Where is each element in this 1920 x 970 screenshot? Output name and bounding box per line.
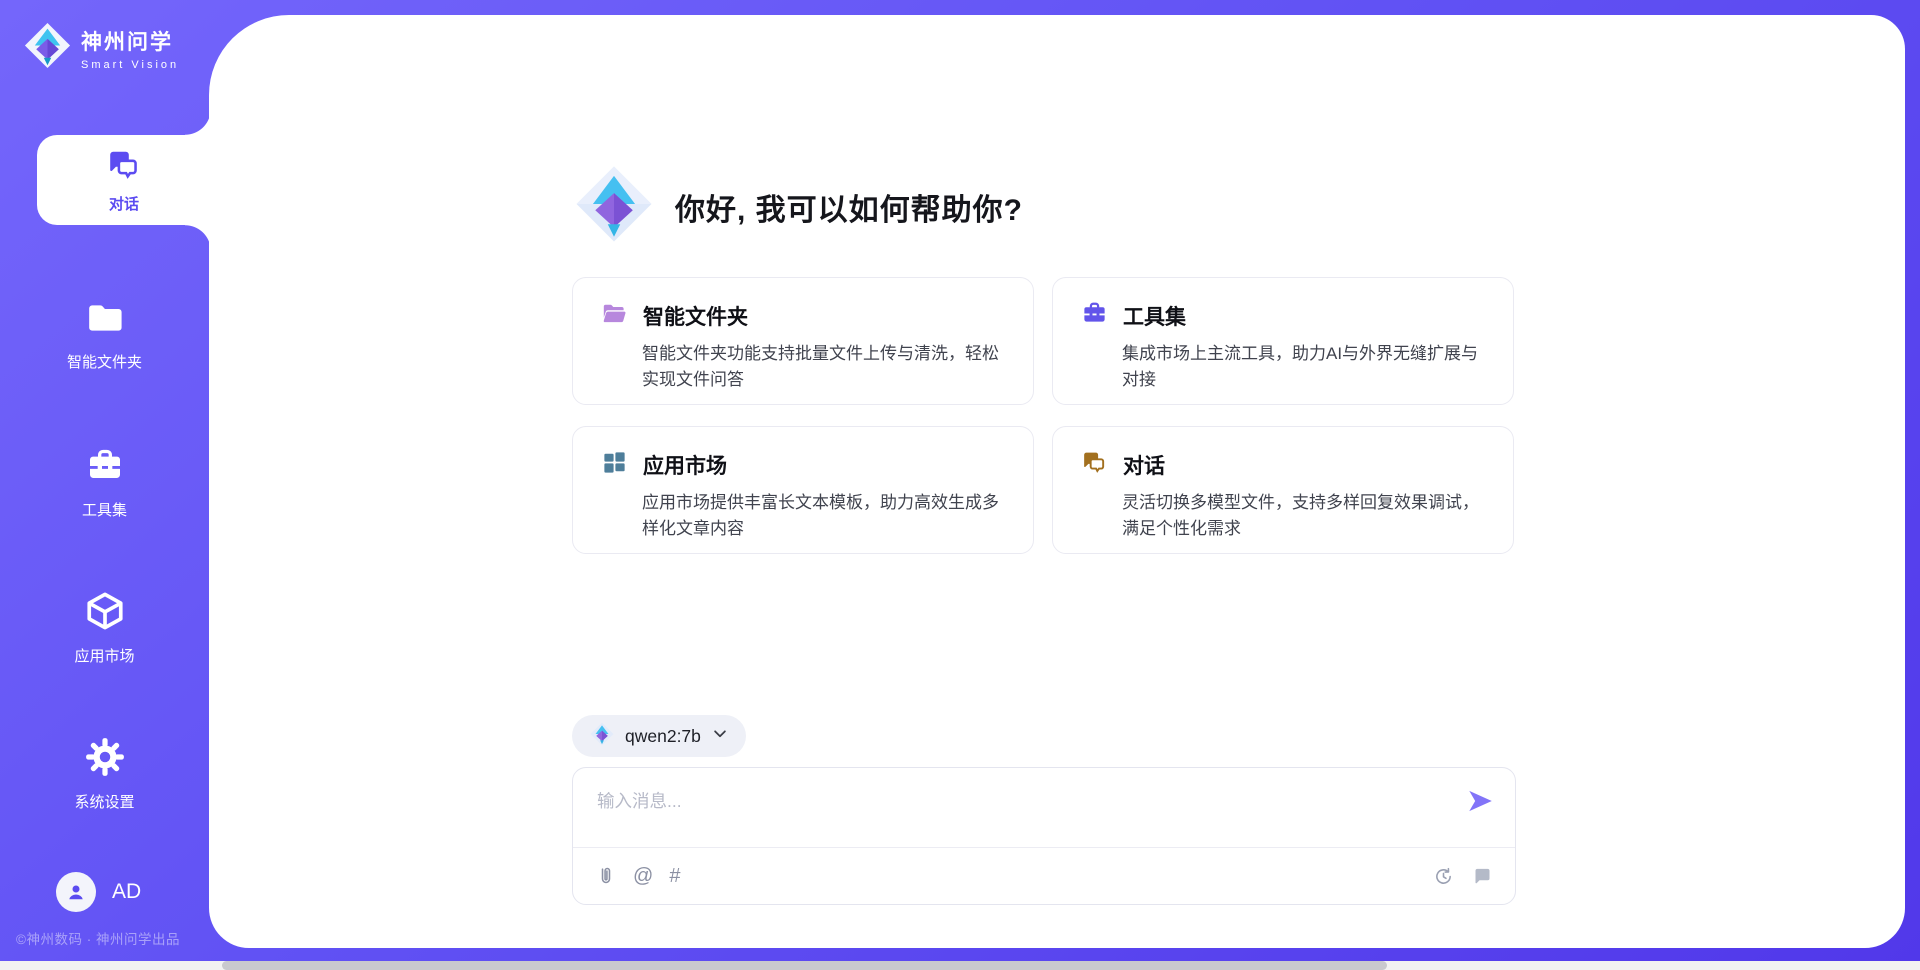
brand-diamond-icon <box>24 22 71 74</box>
sidebar-item-app-market[interactable]: 应用市场 <box>0 590 209 666</box>
message-composer: @ # <box>572 767 1516 905</box>
message-input[interactable] <box>573 768 1443 844</box>
model-selector[interactable]: qwen2:7b <box>572 715 746 757</box>
toolbox-icon <box>85 446 125 491</box>
sidebar-item-toolset[interactable]: 工具集 <box>0 446 209 520</box>
sidebar-item-smart-folder[interactable]: 智能文件夹 <box>0 298 209 372</box>
sidebar-item-label: 系统设置 <box>74 791 134 812</box>
sidebar-item-chat[interactable]: 对话 <box>37 135 211 225</box>
chat-bubble-icon[interactable] <box>1472 866 1493 887</box>
copyright-text: ©神州数码 · 神州问学出品 <box>16 928 180 948</box>
hash-icon[interactable]: # <box>669 866 680 886</box>
cube-icon <box>84 590 126 637</box>
brand-name-en: Smart Vision <box>81 59 179 71</box>
toolbox-icon <box>1081 300 1108 332</box>
history-icon[interactable] <box>1433 866 1454 887</box>
composer-toolbar: @ # <box>573 848 1515 904</box>
card-title: 工具集 <box>1123 301 1186 331</box>
scrollbar-thumb[interactable] <box>222 961 1387 970</box>
sidebar-item-label: 工具集 <box>82 499 127 520</box>
card-title: 对话 <box>1123 450 1165 480</box>
brand-name-cn: 神州问学 <box>81 26 179 56</box>
card-app-market[interactable]: 应用市场 应用市场提供丰富长文本模板，助力高效生成多样化文章内容 <box>572 426 1034 554</box>
user-name: AD <box>112 880 141 904</box>
paperclip-icon[interactable] <box>595 865 617 887</box>
card-desc: 灵活切换多模型文件，支持多样回复效果调试，满足个性化需求 <box>1122 490 1485 541</box>
user-profile[interactable]: AD <box>56 872 141 912</box>
folder-open-icon <box>601 300 628 332</box>
card-desc: 智能文件夹功能支持批量文件上传与清洗，轻松实现文件问答 <box>642 341 1005 392</box>
model-name: qwen2:7b <box>625 726 701 747</box>
greeting-block: 你好, 我可以如何帮助你? <box>575 165 1023 248</box>
at-icon[interactable]: @ <box>633 866 653 886</box>
app-grid-icon <box>601 449 628 481</box>
model-logo-icon <box>590 722 614 751</box>
brand-diamond-logo-icon <box>575 165 653 248</box>
card-title: 智能文件夹 <box>643 301 748 331</box>
brand-logo[interactable]: 神州问学 Smart Vision <box>24 22 179 74</box>
card-smart-folder[interactable]: 智能文件夹 智能文件夹功能支持批量文件上传与清洗，轻松实现文件问答 <box>572 277 1034 405</box>
sidebar-item-label: 应用市场 <box>74 645 134 666</box>
card-toolset[interactable]: 工具集 集成市场上主流工具，助力AI与外界无缝扩展与对接 <box>1052 277 1514 405</box>
tab-fillet-bottom <box>185 225 211 251</box>
chat-icon <box>1081 449 1108 481</box>
send-icon[interactable] <box>1465 786 1495 816</box>
feature-cards: 智能文件夹 智能文件夹功能支持批量文件上传与清洗，轻松实现文件问答 工具集 集成… <box>572 277 1514 554</box>
sidebar-item-label: 智能文件夹 <box>67 351 142 372</box>
card-title: 应用市场 <box>643 450 727 480</box>
card-chat[interactable]: 对话 灵活切换多模型文件，支持多样回复效果调试，满足个性化需求 <box>1052 426 1514 554</box>
chat-icon <box>106 147 142 188</box>
tab-fillet-top <box>185 109 211 135</box>
sidebar-item-settings[interactable]: 系统设置 <box>0 736 209 812</box>
sidebar-item-label: 对话 <box>109 193 139 214</box>
card-desc: 集成市场上主流工具，助力AI与外界无缝扩展与对接 <box>1122 341 1485 392</box>
horizontal-scrollbar[interactable] <box>0 961 1920 970</box>
avatar <box>56 872 96 912</box>
card-desc: 应用市场提供丰富长文本模板，助力高效生成多样化文章内容 <box>642 490 1005 541</box>
greeting-text: 你好, 我可以如何帮助你? <box>675 185 1023 229</box>
main-panel: 你好, 我可以如何帮助你? 智能文件夹 智能文件夹功能支持批量文件上传与清洗，轻… <box>209 15 1905 948</box>
gear-icon <box>84 736 126 783</box>
chevron-down-icon <box>712 727 728 746</box>
folder-icon <box>85 298 125 343</box>
